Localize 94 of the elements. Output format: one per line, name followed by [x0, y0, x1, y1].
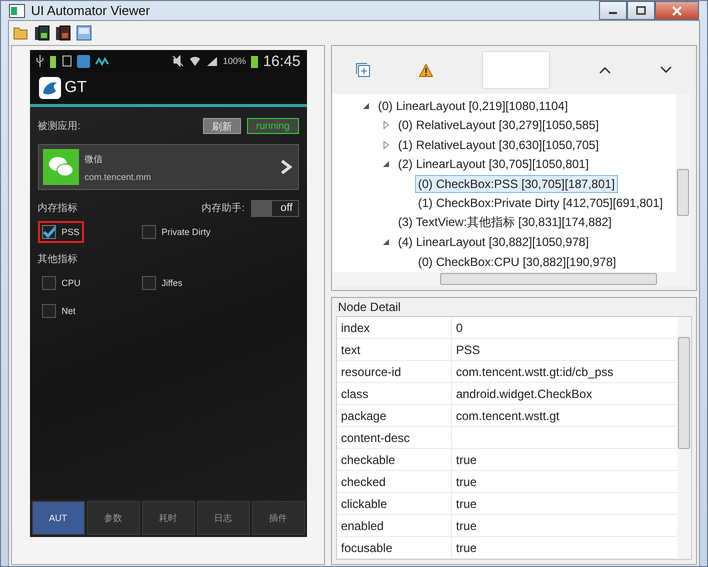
warning-icon[interactable]: [419, 64, 434, 76]
property-name: index: [337, 317, 452, 338]
property-name: class: [337, 383, 452, 404]
battery-percent: 100%: [222, 56, 246, 66]
app-logo-icon: [38, 77, 60, 99]
checkbox[interactable]: [42, 304, 56, 318]
property-value: PSS: [455, 342, 482, 358]
app-card[interactable]: 微信 com.tencent.mm: [38, 144, 298, 190]
window-title: UI Automator Viewer: [31, 3, 150, 18]
property-name: enabled: [337, 515, 452, 536]
property-value: true: [455, 540, 478, 556]
property-name: clickable: [337, 493, 452, 514]
collapsed-triangle-icon[interactable]: [382, 121, 390, 130]
property-name: resource-id: [337, 361, 452, 382]
panel-title: Node Detail: [337, 299, 402, 316]
toggle-switch[interactable]: off: [250, 200, 298, 216]
close-icon: [672, 6, 682, 16]
status-button[interactable]: running: [247, 118, 298, 134]
close-button[interactable]: [655, 1, 699, 20]
expanded-triangle-icon[interactable]: [382, 238, 390, 246]
bottom-tab[interactable]: 耗时: [142, 501, 194, 535]
checkbox-label: Private Dirty: [162, 227, 211, 237]
maximize-icon: [636, 6, 646, 15]
checkbox-label: CPU: [62, 278, 81, 288]
property-name: content-desc: [337, 427, 452, 448]
chevron-up-icon[interactable]: [598, 66, 611, 74]
expanded-triangle-icon[interactable]: [382, 160, 390, 168]
tree-item[interactable]: (3) TextView:其他指标 [30,831][174,882]: [395, 212, 615, 234]
section-label: 其他指标: [38, 254, 78, 265]
tree-item[interactable]: (0) RelativeLayout [30,279][1050,585]: [395, 116, 602, 134]
checkbox[interactable]: [142, 276, 156, 290]
device-screenshot-icon[interactable]: [55, 25, 71, 41]
tree-item[interactable]: (1) CheckBox:Private Dirty [412,705][691,801]: [415, 194, 666, 212]
bottom-tab[interactable]: AUT: [32, 501, 84, 535]
vertical-scrollbar[interactable]: [677, 317, 691, 559]
property-name: checked: [337, 471, 452, 492]
section-label: 被测应用:: [38, 120, 80, 133]
expanded-triangle-icon[interactable]: [362, 102, 370, 110]
property-value: true: [455, 496, 478, 512]
app-title: GT: [64, 79, 87, 97]
checkbox[interactable]: [42, 276, 56, 290]
expand-all-icon[interactable]: [356, 63, 370, 77]
app-name: 微信: [84, 152, 104, 166]
tree-item[interactable]: (1) RelativeLayout [30,630][1050,705]: [395, 136, 602, 154]
property-name: text: [337, 339, 452, 360]
document-icon: [62, 55, 72, 67]
chat-app-icon: [42, 149, 78, 185]
helper-label: 内存助手:: [202, 202, 244, 215]
vertical-scrollbar[interactable]: [676, 94, 690, 272]
property-name: package: [337, 405, 452, 426]
window-icon: [9, 4, 25, 18]
search-field[interactable]: [482, 51, 550, 89]
section-label: 内存指标: [38, 202, 78, 215]
checkbox-label: Jiffes: [162, 278, 182, 288]
minimize-button[interactable]: [599, 1, 627, 20]
clock-time: 16:45: [262, 52, 300, 70]
property-value: com.tencent.wstt.gt:id/cb_pss: [455, 364, 614, 380]
battery-icon: [48, 54, 56, 68]
save-icon[interactable]: [76, 25, 92, 41]
property-name: focusable: [337, 537, 452, 558]
wifi-icon: [188, 55, 201, 67]
horizontal-scrollbar[interactable]: [332, 272, 690, 286]
maximize-button[interactable]: [627, 1, 655, 20]
refresh-button[interactable]: 刷新: [203, 118, 242, 134]
tree-item[interactable]: (0) CheckBox:CPU [30,882][190,978]: [415, 252, 620, 271]
property-value: android.widget.CheckBox: [455, 386, 594, 402]
checkbox-label: Net: [62, 306, 76, 316]
tree-item[interactable]: (0) CheckBox:PSS [30,705][187,801]: [415, 174, 618, 193]
open-folder-icon[interactable]: [13, 26, 29, 40]
tree-item[interactable]: (4) LinearLayout [30,882][1050,978]: [395, 233, 592, 252]
collapsed-triangle-icon[interactable]: [382, 140, 390, 149]
usb-icon: [36, 55, 44, 67]
property-value: 0: [455, 320, 464, 336]
chevron-down-icon[interactable]: [660, 66, 672, 74]
property-value: true: [455, 518, 478, 534]
app-package: com.tencent.mm: [84, 172, 152, 182]
signal-wave-icon: [94, 56, 108, 66]
tree-item[interactable]: (0) LinearLayout [0,219][1080,1104]: [375, 96, 571, 115]
mute-icon: [172, 55, 184, 67]
checkbox[interactable]: [42, 225, 56, 239]
property-value: com.tencent.wstt.gt: [455, 408, 560, 424]
device-screenshot-icon[interactable]: [34, 25, 50, 41]
checkbox-label: PSS: [62, 227, 80, 237]
bottom-tab[interactable]: 插件: [252, 501, 304, 535]
bottom-tab[interactable]: 参数: [86, 501, 140, 535]
signal-icon: [206, 56, 218, 66]
bottom-tab[interactable]: 日志: [196, 501, 250, 535]
battery-icon: [250, 54, 258, 68]
property-name: checkable: [337, 449, 452, 470]
chevron-right-icon: [280, 159, 292, 175]
property-value: true: [455, 452, 478, 468]
checkbox[interactable]: [142, 225, 156, 239]
property-value: true: [455, 474, 478, 490]
tree-item[interactable]: (2) LinearLayout [30,705][1050,801]: [395, 155, 592, 174]
